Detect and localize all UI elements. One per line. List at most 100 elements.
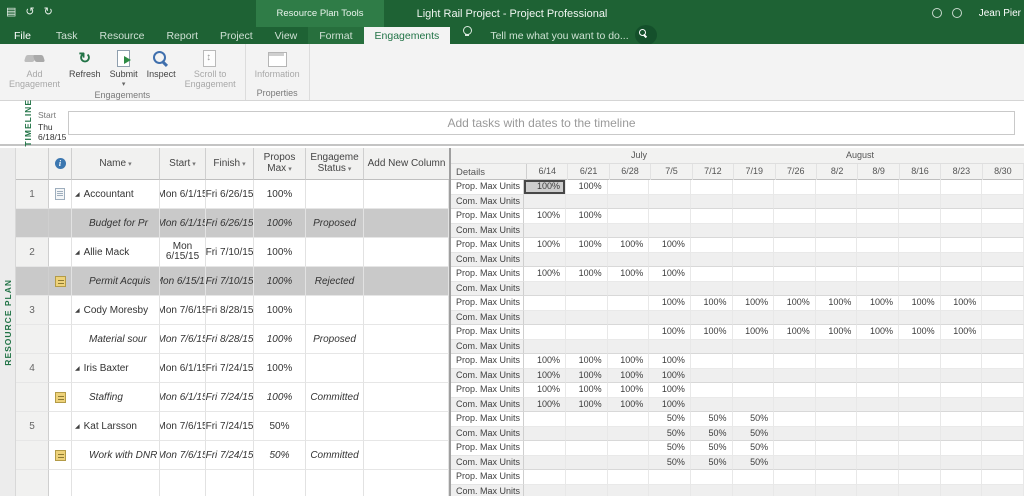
detail-cell[interactable]: 100% — [857, 325, 899, 340]
detail-cell[interactable] — [566, 427, 608, 442]
detail-cell[interactable] — [941, 267, 983, 282]
cell-engagement-status[interactable] — [306, 354, 364, 383]
detail-cell[interactable] — [566, 282, 608, 297]
expand-triangle-icon[interactable]: ◢ — [75, 423, 80, 430]
detail-row[interactable]: Prop. Max Units100%100%100%100% — [451, 354, 1024, 369]
detail-cell[interactable] — [816, 224, 858, 239]
detail-cell[interactable] — [649, 224, 691, 239]
cell-finish[interactable]: Fri 7/24/15 — [206, 412, 254, 441]
detail-label[interactable]: Prop. Max Units — [451, 441, 524, 456]
detail-label[interactable]: Prop. Max Units — [451, 296, 524, 311]
detail-cell[interactable]: 100% — [733, 296, 775, 311]
detail-cell[interactable] — [941, 209, 983, 224]
detail-cell[interactable] — [857, 412, 899, 427]
table-row[interactable]: Permit AcquisMon 6/15/15Fri 7/10/15100%R… — [16, 267, 449, 296]
detail-cell[interactable] — [941, 253, 983, 268]
detail-cell[interactable] — [857, 282, 899, 297]
signed-in-user[interactable]: Jean Pier — [979, 8, 1021, 19]
detail-cell[interactable] — [857, 311, 899, 326]
detail-cell[interactable] — [982, 354, 1024, 369]
cell-add-new-column[interactable] — [364, 412, 449, 441]
detail-cell[interactable]: 100% — [566, 267, 608, 282]
detail-cell[interactable] — [941, 383, 983, 398]
cell-finish[interactable]: Fri 6/26/15 — [206, 180, 254, 209]
tab-engagements[interactable]: Engagements — [364, 27, 451, 44]
detail-cell[interactable]: 100% — [649, 325, 691, 340]
cell-start[interactable]: Mon 7/6/15 — [160, 296, 206, 325]
detail-cell[interactable]: 100% — [899, 296, 941, 311]
timeline-pane-label[interactable]: TIMELINE — [20, 102, 36, 144]
detail-label[interactable]: Prop. Max Units — [451, 180, 524, 195]
table-row[interactable]: 5◢Kat LarssonMon 7/6/15Fri 7/24/1550% — [16, 412, 449, 441]
detail-row[interactable]: Prop. Max Units100%100%100%100%100%100%1… — [451, 325, 1024, 340]
detail-cell[interactable] — [566, 311, 608, 326]
detail-label[interactable]: Com. Max Units — [451, 311, 524, 326]
detail-label[interactable]: Com. Max Units — [451, 485, 524, 496]
cell-add-new-column[interactable] — [364, 325, 449, 354]
detail-cell[interactable] — [649, 180, 691, 195]
detail-cell[interactable] — [733, 383, 775, 398]
detail-cell[interactable] — [857, 427, 899, 442]
detail-cell[interactable]: 100% — [941, 296, 983, 311]
detail-cell[interactable] — [941, 398, 983, 413]
detail-label[interactable]: Prop. Max Units — [451, 325, 524, 340]
corner-header-cell[interactable] — [16, 148, 49, 180]
detail-cell[interactable] — [733, 340, 775, 355]
detail-cell[interactable] — [691, 398, 733, 413]
detail-cell[interactable] — [816, 383, 858, 398]
cell-proposed-max[interactable]: 100% — [254, 325, 306, 354]
expand-triangle-icon[interactable]: ◢ — [75, 249, 80, 256]
tab-project[interactable]: Project — [209, 27, 264, 44]
detail-cell[interactable] — [608, 427, 650, 442]
detail-cell[interactable] — [649, 340, 691, 355]
detail-cell[interactable] — [982, 427, 1024, 442]
detail-cell[interactable] — [982, 180, 1024, 195]
table-row-empty[interactable] — [16, 470, 449, 496]
detail-cell[interactable] — [899, 282, 941, 297]
detail-label[interactable]: Prop. Max Units — [451, 383, 524, 398]
detail-row[interactable]: Com. Max Units100%100%100%100% — [451, 398, 1024, 413]
detail-cell[interactable] — [691, 267, 733, 282]
detail-cell[interactable]: 100% — [774, 296, 816, 311]
detail-cell[interactable] — [899, 209, 941, 224]
detail-cell[interactable] — [816, 398, 858, 413]
cell-engagement-status[interactable] — [306, 412, 364, 441]
detail-cell[interactable] — [816, 369, 858, 384]
detail-cell[interactable] — [941, 340, 983, 355]
detail-cell[interactable] — [982, 412, 1024, 427]
detail-cell[interactable] — [524, 412, 566, 427]
detail-cell[interactable]: 100% — [524, 209, 566, 224]
empty-cell[interactable] — [364, 470, 449, 496]
detail-cell[interactable]: 100% — [524, 398, 566, 413]
cell-add-new-column[interactable] — [364, 209, 449, 238]
detail-cell[interactable] — [774, 383, 816, 398]
detail-cell[interactable] — [691, 253, 733, 268]
detail-label[interactable]: Com. Max Units — [451, 427, 524, 442]
detail-cell[interactable] — [816, 253, 858, 268]
detail-cell[interactable] — [982, 456, 1024, 471]
detail-cell[interactable] — [566, 195, 608, 210]
tab-report[interactable]: Report — [155, 27, 209, 44]
detail-cell[interactable] — [566, 224, 608, 239]
detail-cell[interactable] — [649, 209, 691, 224]
detail-cell[interactable] — [733, 470, 775, 485]
detail-cell[interactable] — [941, 311, 983, 326]
detail-label[interactable]: Prop. Max Units — [451, 267, 524, 282]
cell-finish[interactable]: Fri 7/24/15 — [206, 354, 254, 383]
detail-cell[interactable] — [899, 253, 941, 268]
cell-start[interactable]: Mon 7/6/15 — [160, 441, 206, 470]
detail-cell[interactable] — [941, 412, 983, 427]
detail-cell[interactable]: 100% — [899, 325, 941, 340]
cell-start[interactable]: Mon 6/1/15 — [160, 383, 206, 412]
detail-cell[interactable] — [899, 441, 941, 456]
detail-cell[interactable]: 100% — [608, 354, 650, 369]
detail-cell[interactable] — [774, 180, 816, 195]
detail-cell[interactable] — [982, 441, 1024, 456]
detail-cell[interactable] — [774, 398, 816, 413]
expand-triangle-icon[interactable]: ◢ — [75, 191, 80, 198]
detail-cell[interactable] — [816, 311, 858, 326]
expand-triangle-icon[interactable]: ◢ — [75, 365, 80, 372]
cell-add-new-column[interactable] — [364, 267, 449, 296]
detail-cell[interactable] — [857, 195, 899, 210]
cell-finish[interactable]: Fri 8/28/15 — [206, 296, 254, 325]
